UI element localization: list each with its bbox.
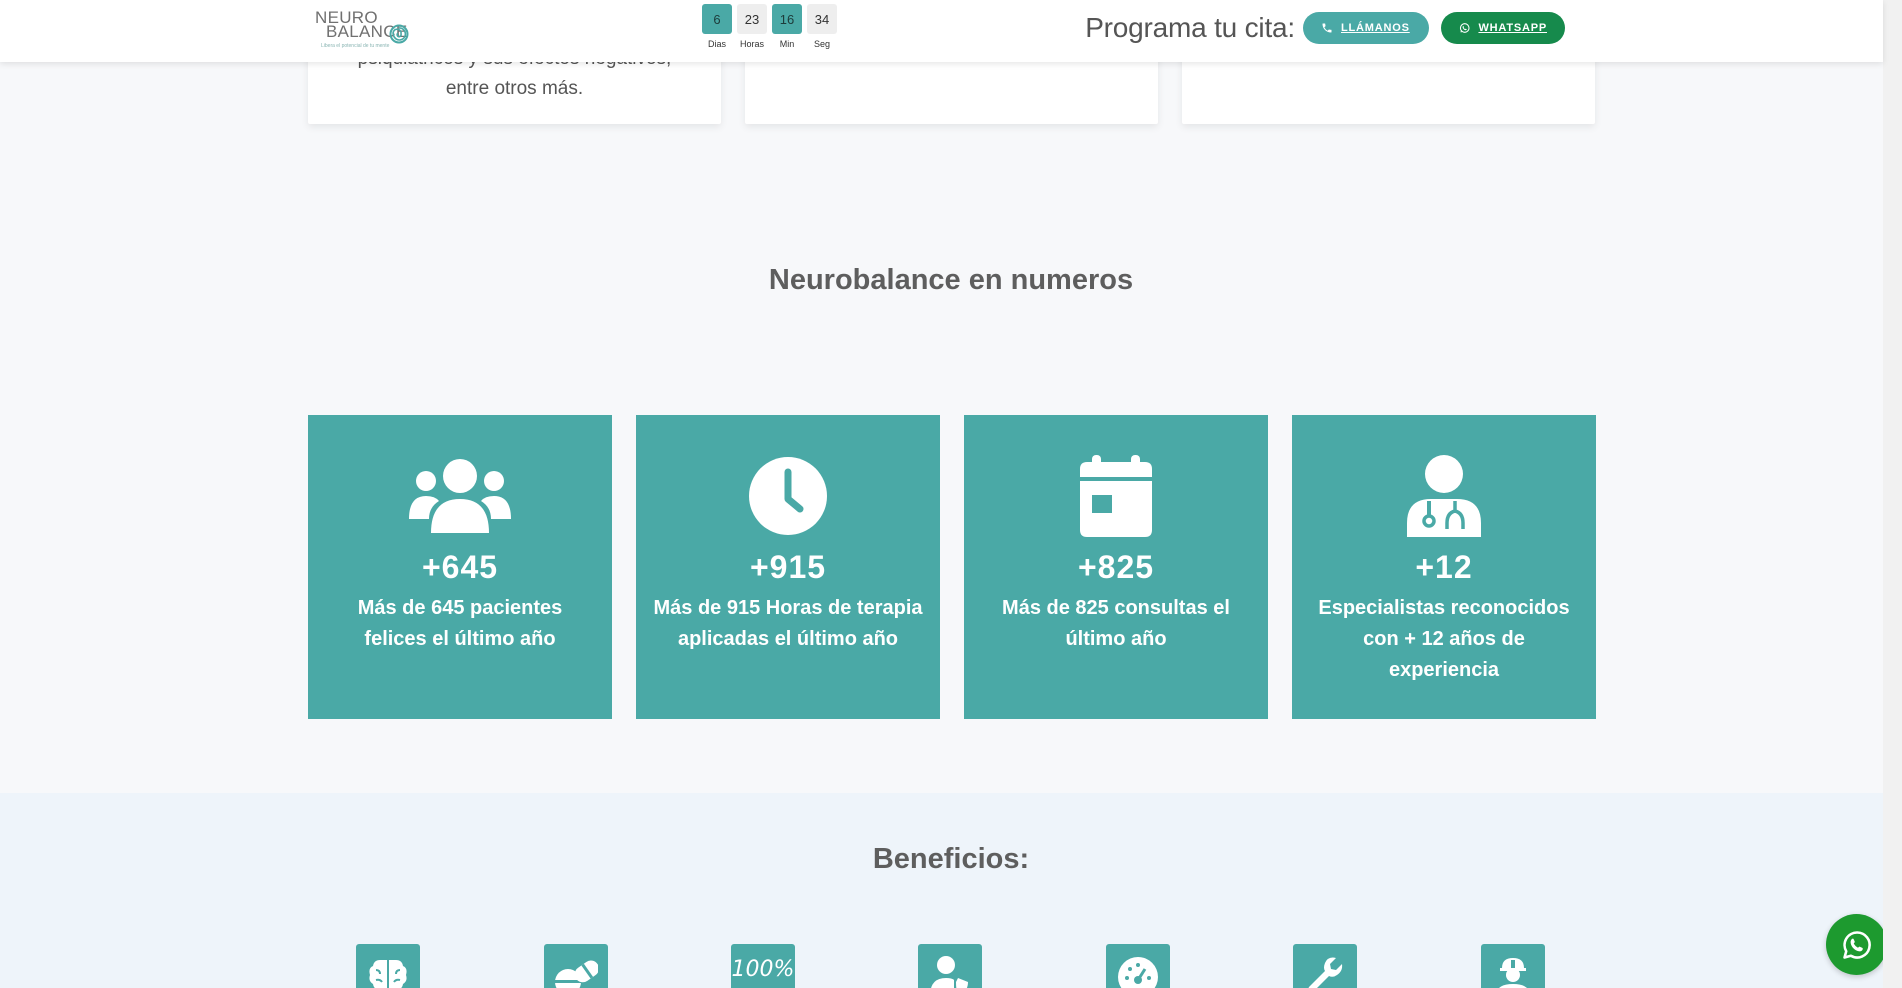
logo-tagline: Libera el potencial de tu mente [321,43,390,49]
user-shield-icon [918,944,982,988]
whatsapp-icon [1842,930,1871,959]
countdown-seconds: 34 Seg [807,4,837,49]
hundred-percent-icon: 100% [731,944,795,988]
stat-description: Más de 915 Horas de terapia aplicadas el… [653,597,923,650]
countdown-days: 6 Dias [702,4,732,49]
phone-icon [1322,23,1332,33]
stat-card-hours: +915 Más de 915 Horas de terapia aplicad… [636,415,940,719]
gauge-icon [1106,944,1170,988]
stat-card-consultations: +825 Más de 825 consultas el último año [964,415,1268,719]
countdown-label: Seg [813,39,830,49]
countdown-label: Horas [739,39,764,49]
users-icon [409,458,511,533]
site-header: NEURO BALANCE Libera el potencial de tu … [0,0,1883,62]
countdown-label: Dias [707,39,726,49]
stat-description: Más de 645 pacientes felices el último a… [357,597,563,650]
stat-card-specialists: +12 Especialistas reconocidos con + 12 a… [1292,415,1596,719]
whatsapp-button[interactable]: WHATSAPP [1441,12,1565,44]
stats-title: Neurobalance en numeros [768,264,1134,296]
clock-icon [749,456,827,535]
countdown-value: 6 [702,4,732,34]
stat-number: +12 [1415,549,1473,585]
doctor-icon [1407,454,1481,537]
countdown-timer: 6 Dias 23 Horas 16 Min 34 Seg [702,4,837,49]
countdown-value: 23 [737,4,767,34]
stat-number: +825 [1077,549,1155,585]
cta-text: Programa tu cita: [1085,12,1295,43]
vertical-scrollbar[interactable] [1883,0,1902,988]
pills-icon [544,944,608,988]
stat-number: +645 [421,549,499,585]
service-card-text: entre otros más. [445,78,584,99]
stat-description: Especialistas reconocidos con + 12 años … [1318,597,1570,681]
appointment-cta: Programa tu cita: LLÁMANOS WHATSAPP [1085,12,1565,44]
worker-icon [1481,944,1545,988]
countdown-label: Min [779,39,795,49]
whatsapp-icon [1459,23,1470,33]
stat-number: +915 [749,549,827,585]
countdown-hours: 23 Horas [737,4,767,49]
countdown-value: 34 [807,4,837,34]
brain-icon [356,944,420,988]
call-button-label: LLÁMANOS [1341,22,1410,34]
stat-card-patients: +645 Más de 645 pacientes felices el últ… [308,415,612,719]
stat-description: Más de 825 consultas el último año [1002,597,1230,650]
whatsapp-float-button[interactable] [1826,914,1887,975]
logo-swirl-icon [389,24,409,44]
benefits-title: Beneficios: [872,843,1030,875]
logo[interactable]: NEURO BALANCE Libera el potencial de tu … [314,7,424,53]
whatsapp-button-label: WHATSAPP [1478,22,1547,34]
call-button[interactable]: LLÁMANOS [1303,12,1429,44]
countdown-value: 16 [772,4,802,34]
wrench-icon [1293,944,1357,988]
hundred-percent-text: 100% [731,957,795,982]
calendar-icon [1080,454,1152,537]
countdown-minutes: 16 Min [772,4,802,49]
